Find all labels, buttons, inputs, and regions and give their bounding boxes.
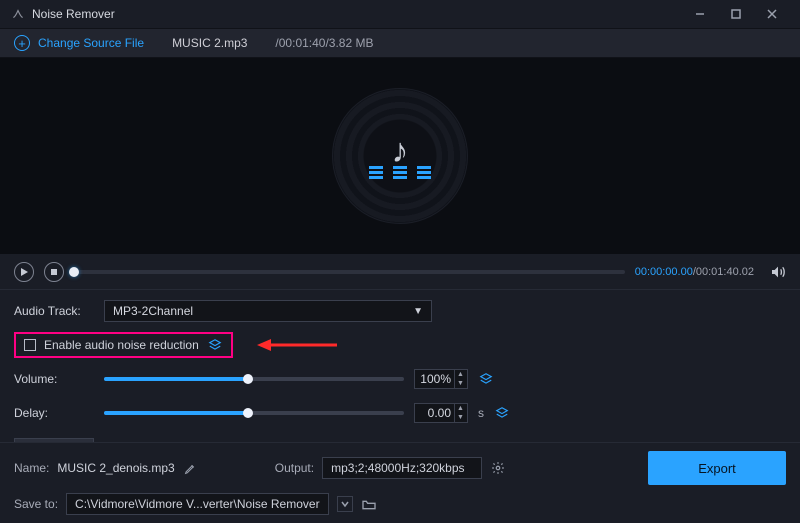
reset-volume-icon[interactable]: [478, 371, 494, 387]
stop-button[interactable]: [44, 262, 64, 282]
name-output-row: Name: MUSIC 2_denois.mp3 Output: mp3;2;4…: [14, 451, 786, 485]
stepper-up[interactable]: ▲: [454, 404, 466, 413]
source-fileinfo: /00:01:40/3.82 MB: [275, 36, 373, 50]
volume-slider-fill: [104, 377, 248, 381]
reset-delay-icon[interactable]: [494, 405, 510, 421]
volume-icon[interactable]: [770, 264, 786, 280]
change-source-label: Change Source File: [38, 36, 144, 50]
app-title: Noise Remover: [32, 7, 115, 21]
delay-value: 0.00: [428, 406, 451, 420]
saveto-label: Save to:: [14, 497, 58, 511]
delay-label: Delay:: [14, 406, 94, 420]
disc-icon: ♪: [332, 88, 468, 224]
audio-track-label: Audio Track:: [14, 304, 94, 318]
export-label: Export: [698, 461, 736, 476]
plus-icon: +: [14, 35, 30, 51]
output-value: mp3;2;48000Hz;320kbps: [331, 461, 464, 475]
app-icon: [10, 6, 26, 22]
equalizer-bars-icon: [369, 176, 431, 179]
callout-arrow-icon: [257, 336, 337, 354]
delay-row: Delay: 0.00 ▲▼ s: [14, 400, 786, 426]
minimize-button[interactable]: [682, 2, 718, 26]
layers-icon[interactable]: [207, 337, 223, 353]
source-filename: MUSIC 2.mp3: [172, 36, 247, 50]
time-readout: 00:00:00.00/00:01:40.02: [635, 266, 754, 278]
audio-track-row: Audio Track: MP3-2Channel ▼: [14, 298, 786, 324]
source-bar: + Change Source File MUSIC 2.mp3 /00:01:…: [0, 28, 800, 58]
saveto-path[interactable]: C:\Vidmore\Vidmore V...verter\Noise Remo…: [66, 493, 329, 515]
stepper-down[interactable]: ▼: [454, 413, 466, 422]
chevron-down-icon: ▼: [413, 306, 423, 317]
delay-slider[interactable]: [104, 411, 404, 415]
play-button[interactable]: [14, 262, 34, 282]
delay-slider-knob[interactable]: [243, 408, 253, 418]
title-bar: Noise Remover: [0, 0, 800, 28]
playback-bar: 00:00:00.00/00:01:40.02: [0, 254, 800, 290]
music-note-icon: ♪: [392, 134, 409, 168]
delay-unit: s: [478, 406, 484, 420]
saveto-value: C:\Vidmore\Vidmore V...verter\Noise Remo…: [75, 497, 320, 511]
output-label: Output:: [275, 461, 314, 475]
change-source-button[interactable]: + Change Source File: [14, 35, 144, 51]
gear-icon[interactable]: [490, 460, 506, 476]
export-button[interactable]: Export: [648, 451, 786, 485]
noise-reduction-label: Enable audio noise reduction: [44, 338, 199, 352]
delay-input[interactable]: 0.00 ▲▼: [414, 403, 468, 423]
output-format-box[interactable]: mp3;2;48000Hz;320kbps: [322, 457, 482, 479]
noise-reduction-checkbox[interactable]: [24, 339, 36, 351]
audio-track-value: MP3-2Channel: [113, 304, 193, 318]
name-label: Name:: [14, 461, 49, 475]
chevron-down-icon[interactable]: [337, 496, 353, 512]
edit-name-icon[interactable]: [183, 460, 199, 476]
stepper-up[interactable]: ▲: [454, 370, 466, 379]
close-button[interactable]: [754, 2, 790, 26]
stepper-down[interactable]: ▼: [454, 379, 466, 388]
playback-progress[interactable]: [74, 270, 625, 274]
volume-row: Volume: 100% ▲▼: [14, 366, 786, 392]
saveto-row: Save to: C:\Vidmore\Vidmore V...verter\N…: [14, 493, 786, 515]
settings-panel: Audio Track: MP3-2Channel ▼ Enable audio…: [0, 290, 800, 466]
noise-reduction-highlight: Enable audio noise reduction: [14, 332, 233, 358]
open-folder-icon[interactable]: [361, 496, 377, 512]
duration: /00:01:40.02: [693, 266, 754, 278]
current-time: 00:00:00.00: [635, 266, 693, 278]
volume-value: 100%: [420, 372, 451, 386]
name-value: MUSIC 2_denois.mp3: [57, 461, 174, 475]
volume-slider-knob[interactable]: [243, 374, 253, 384]
volume-slider[interactable]: [104, 377, 404, 381]
maximize-button[interactable]: [718, 2, 754, 26]
footer: Name: MUSIC 2_denois.mp3 Output: mp3;2;4…: [0, 442, 800, 523]
visualizer: ♪: [0, 58, 800, 254]
volume-input[interactable]: 100% ▲▼: [414, 369, 468, 389]
volume-label: Volume:: [14, 372, 94, 386]
noise-reduction-row: Enable audio noise reduction: [14, 332, 786, 358]
audio-track-select[interactable]: MP3-2Channel ▼: [104, 300, 432, 322]
delay-slider-fill: [104, 411, 248, 415]
